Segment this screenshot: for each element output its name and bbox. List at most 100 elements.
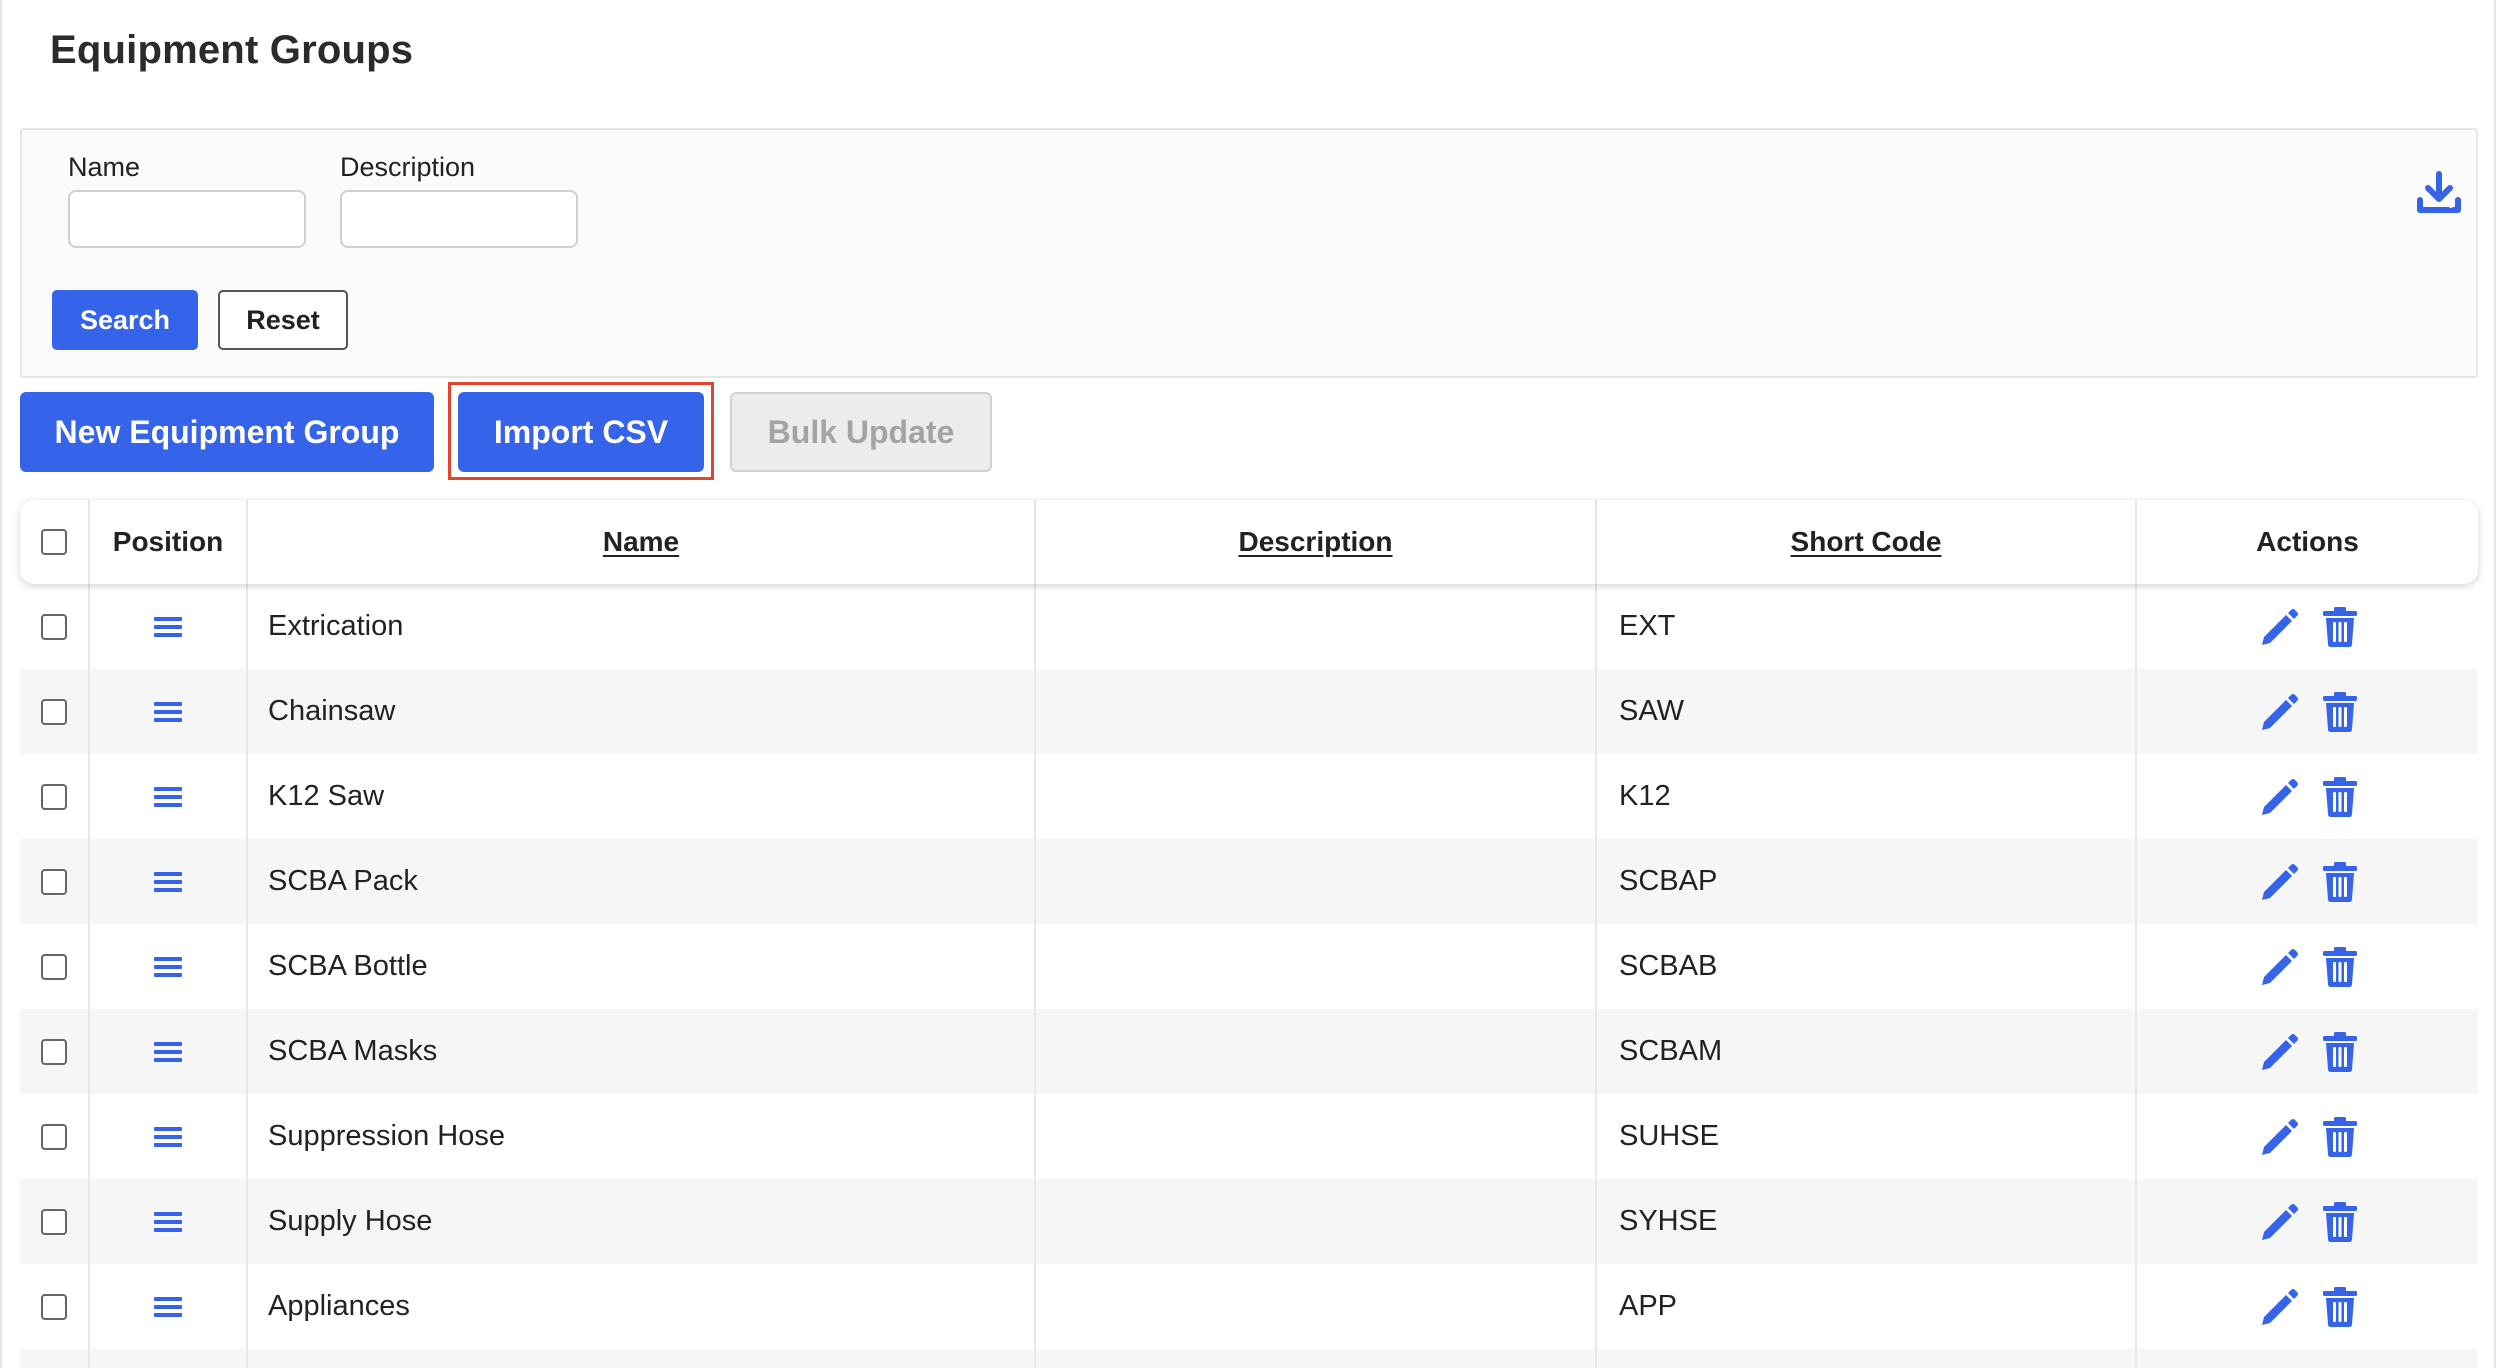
drag-handle-icon[interactable] <box>154 1295 182 1319</box>
description-filter-input[interactable] <box>340 190 578 248</box>
column-header-short-code[interactable]: Short Code <box>1597 500 2137 584</box>
drag-handle-icon[interactable] <box>154 1040 182 1064</box>
column-header-description[interactable]: Description <box>1036 500 1597 584</box>
edit-pencil-icon[interactable] <box>2258 606 2300 648</box>
download-icon-svg <box>2417 171 2461 213</box>
edit-pencil-icon[interactable] <box>2258 691 2300 733</box>
row-description <box>1036 1009 1597 1094</box>
delete-trash-icon[interactable] <box>2322 861 2358 903</box>
row-short-code: K12 <box>1597 754 2137 839</box>
drag-handle-cell <box>90 1179 248 1264</box>
row-name: SCBA Pack <box>248 839 1036 924</box>
edit-pencil-icon[interactable] <box>2258 1201 2300 1243</box>
drag-handle-icon[interactable] <box>154 955 182 979</box>
row-actions <box>2137 669 2478 754</box>
row-select-cell <box>20 669 90 754</box>
row-select-cell <box>20 754 90 839</box>
edit-pencil-icon[interactable] <box>2258 861 2300 903</box>
row-checkbox[interactable] <box>41 613 67 640</box>
row-checkbox[interactable] <box>41 698 67 725</box>
drag-handle-cell <box>90 754 248 839</box>
row-checkbox[interactable] <box>41 1123 67 1150</box>
row-short-code: SCBAP <box>1597 839 2137 924</box>
edit-pencil-icon[interactable] <box>2258 1286 2300 1328</box>
name-filter-input[interactable] <box>68 190 306 248</box>
search-button[interactable]: Search <box>52 290 198 350</box>
row-short-code: SCBAM <box>1597 1009 2137 1094</box>
row-select-cell <box>20 924 90 1009</box>
row-description <box>1036 839 1597 924</box>
drag-handle-icon[interactable] <box>154 785 182 809</box>
select-all-checkbox[interactable] <box>41 529 67 555</box>
delete-trash-icon[interactable] <box>2322 1031 2358 1073</box>
row-actions <box>2137 1009 2478 1094</box>
drag-handle-icon[interactable] <box>154 1125 182 1149</box>
row-actions <box>2137 754 2478 839</box>
row-description <box>1036 1264 1597 1349</box>
table-row: Suppression Hose SUHSE <box>20 1094 2478 1179</box>
edit-pencil-icon[interactable] <box>2258 776 2300 818</box>
row-short-code: SUHSE <box>1597 1094 2137 1179</box>
delete-trash-icon[interactable] <box>2322 606 2358 648</box>
row-name: K12 Saw <box>248 754 1036 839</box>
drag-handle-icon[interactable] <box>154 615 182 639</box>
select-all-cell <box>20 500 90 584</box>
edit-pencil-icon[interactable] <box>2258 946 2300 988</box>
row-name <box>248 1349 1036 1368</box>
row-checkbox[interactable] <box>41 1293 67 1320</box>
short-code-header-label[interactable]: Short Code <box>1791 526 1942 558</box>
name-header-label[interactable]: Name <box>603 526 679 558</box>
reset-button[interactable]: Reset <box>218 290 348 350</box>
table-body: Extrication EXT Chainsaw SAW K12 Saw K12… <box>20 584 2478 1368</box>
row-checkbox[interactable] <box>41 1208 67 1235</box>
row-description <box>1036 584 1597 669</box>
delete-trash-icon[interactable] <box>2322 691 2358 733</box>
row-name: Supply Hose <box>248 1179 1036 1264</box>
row-checkbox[interactable] <box>41 953 67 980</box>
row-checkbox[interactable] <box>41 1038 67 1065</box>
row-description <box>1036 1179 1597 1264</box>
drag-handle-cell <box>90 1349 248 1368</box>
delete-trash-icon[interactable] <box>2322 1286 2358 1328</box>
drag-handle-cell <box>90 1009 248 1094</box>
row-description <box>1036 1349 1597 1368</box>
row-short-code: SAW <box>1597 669 2137 754</box>
drag-handle-icon[interactable] <box>154 1210 182 1234</box>
new-equipment-group-button[interactable]: New Equipment Group <box>20 392 434 472</box>
row-name: SCBA Bottle <box>248 924 1036 1009</box>
row-name: Suppression Hose <box>248 1094 1036 1179</box>
row-description <box>1036 924 1597 1009</box>
table-row: Appliances APP <box>20 1264 2478 1349</box>
edit-pencil-icon[interactable] <box>2258 1116 2300 1158</box>
row-checkbox[interactable] <box>41 783 67 810</box>
column-header-name[interactable]: Name <box>248 500 1036 584</box>
row-checkbox[interactable] <box>41 868 67 895</box>
table-row: Extrication EXT <box>20 584 2478 669</box>
name-filter-label: Name <box>68 152 141 182</box>
row-actions <box>2137 1179 2478 1264</box>
row-select-cell <box>20 1179 90 1264</box>
import-csv-button[interactable]: Import CSV <box>458 392 704 472</box>
row-actions <box>2137 1349 2478 1368</box>
row-short-code: APP <box>1597 1264 2137 1349</box>
drag-handle-icon[interactable] <box>154 700 182 724</box>
delete-trash-icon[interactable] <box>2322 1116 2358 1158</box>
download-icon[interactable] <box>2416 170 2462 216</box>
row-select-cell <box>20 1264 90 1349</box>
delete-trash-icon[interactable] <box>2322 946 2358 988</box>
row-name: SCBA Masks <box>248 1009 1036 1094</box>
table-header: Position Name Description Short Code Act… <box>20 500 2478 584</box>
drag-handle-cell <box>90 669 248 754</box>
edit-pencil-icon[interactable] <box>2258 1031 2300 1073</box>
drag-handle-icon[interactable] <box>154 870 182 894</box>
row-select-cell <box>20 1349 90 1368</box>
description-filter-label: Description <box>340 152 476 182</box>
column-header-position: Position <box>90 500 248 584</box>
row-description <box>1036 754 1597 839</box>
table-row: SCBA Masks SCBAM <box>20 1009 2478 1094</box>
delete-trash-icon[interactable] <box>2322 776 2358 818</box>
delete-trash-icon[interactable] <box>2322 1201 2358 1243</box>
description-header-label[interactable]: Description <box>1238 526 1392 558</box>
row-select-cell <box>20 839 90 924</box>
bulk-update-button[interactable]: Bulk Update <box>730 392 992 472</box>
